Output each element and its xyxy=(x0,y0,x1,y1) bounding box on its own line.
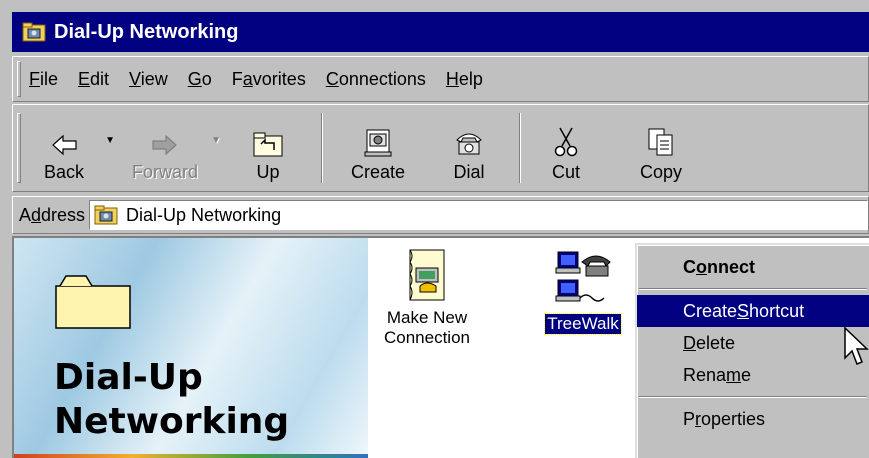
cut-button[interactable]: Cut xyxy=(531,105,601,191)
menu-edit[interactable]: Edit xyxy=(76,65,111,94)
menu-bar-grip[interactable] xyxy=(17,61,21,97)
toolbar-separator xyxy=(321,113,323,183)
up-button[interactable]: Up xyxy=(225,105,311,191)
toolbar-grip[interactable] xyxy=(17,113,21,183)
menu-item-rename[interactable]: Rena m e xyxy=(637,359,869,391)
make-new-connection-icon xyxy=(409,249,445,301)
menu-file[interactable]: File xyxy=(27,65,60,94)
web-view-panel: Dial-Up Networking xyxy=(14,238,368,458)
menu-favorites[interactable]: Favorites xyxy=(230,65,308,94)
dialup-connection-icon xyxy=(555,251,611,302)
create-connection-icon xyxy=(364,129,392,157)
create-label: Create xyxy=(350,162,406,182)
forward-arrow-icon xyxy=(152,134,177,156)
toolbar-separator xyxy=(519,113,521,183)
menu-go[interactable]: Go xyxy=(186,65,214,94)
create-button[interactable]: Create xyxy=(333,105,423,191)
back-dropdown-icon[interactable]: ▼ xyxy=(105,135,115,146)
menu-item-delete[interactable]: Delete xyxy=(637,327,869,359)
treewalk-connection-item[interactable]: TreeWalk xyxy=(542,248,624,335)
make-new-connection-icon-item[interactable]: Make New Connection xyxy=(372,248,482,348)
copy-icon xyxy=(648,128,673,156)
dial-phone-icon xyxy=(456,133,482,155)
dial-button[interactable]: Dial xyxy=(429,105,509,191)
forward-dropdown-icon[interactable]: ▼ xyxy=(211,135,221,146)
make-new-connection-label: Make New Connection xyxy=(383,308,470,347)
window-title: Dial-Up Networking xyxy=(54,20,239,43)
menu-item-properties[interactable]: Pr operties xyxy=(637,403,869,435)
copy-button[interactable]: Copy xyxy=(619,105,703,191)
menu-view[interactable]: View xyxy=(127,65,170,94)
scissors-icon xyxy=(554,127,578,157)
back-arrow-icon xyxy=(52,134,77,156)
address-value: Dial-Up Networking xyxy=(126,204,282,225)
context-menu: Co nnect Create Shortcut Delete Rena m e Pr… xyxy=(635,243,869,458)
panel-color-stripe xyxy=(14,454,368,458)
copy-label: Copy xyxy=(639,162,683,182)
title-bar[interactable]: Dial-Up Networking xyxy=(12,12,869,52)
up-label: Up xyxy=(256,162,280,182)
menu-bar: File Edit View Go Favorites Connections … xyxy=(12,56,869,102)
menu-separator xyxy=(639,288,867,290)
address-bar: Address Dial-Up Networking xyxy=(12,196,869,234)
mouse-pointer-icon xyxy=(844,326,869,365)
dialup-folder-icon xyxy=(94,205,118,225)
dialup-folder-icon xyxy=(22,22,46,42)
menu-item-create-shortcut[interactable]: Create Shortcut xyxy=(637,295,869,327)
menu-separator xyxy=(639,396,867,398)
up-folder-icon xyxy=(253,132,283,157)
address-field[interactable]: Dial-Up Networking xyxy=(89,200,868,230)
address-label: Address xyxy=(19,204,86,225)
back-label: Back xyxy=(43,162,85,182)
menu-connections[interactable]: Connections xyxy=(324,65,428,94)
back-button[interactable]: Back ▼ xyxy=(27,105,115,191)
treewalk-label: TreeWalk xyxy=(544,313,622,335)
menu-help[interactable]: Help xyxy=(444,65,485,94)
cut-label: Cut xyxy=(551,162,580,182)
forward-label: Forward xyxy=(131,162,198,182)
dial-label: Dial xyxy=(453,162,485,182)
folder-icon xyxy=(55,275,131,329)
toolbar: Back ▼ Forward ▼ Up Create Dial Cut Copy xyxy=(12,104,869,192)
panel-title: Dial-Up Networking xyxy=(54,357,290,442)
menu-item-connect[interactable]: Co nnect xyxy=(637,251,869,283)
forward-button[interactable]: Forward ▼ xyxy=(115,105,221,191)
